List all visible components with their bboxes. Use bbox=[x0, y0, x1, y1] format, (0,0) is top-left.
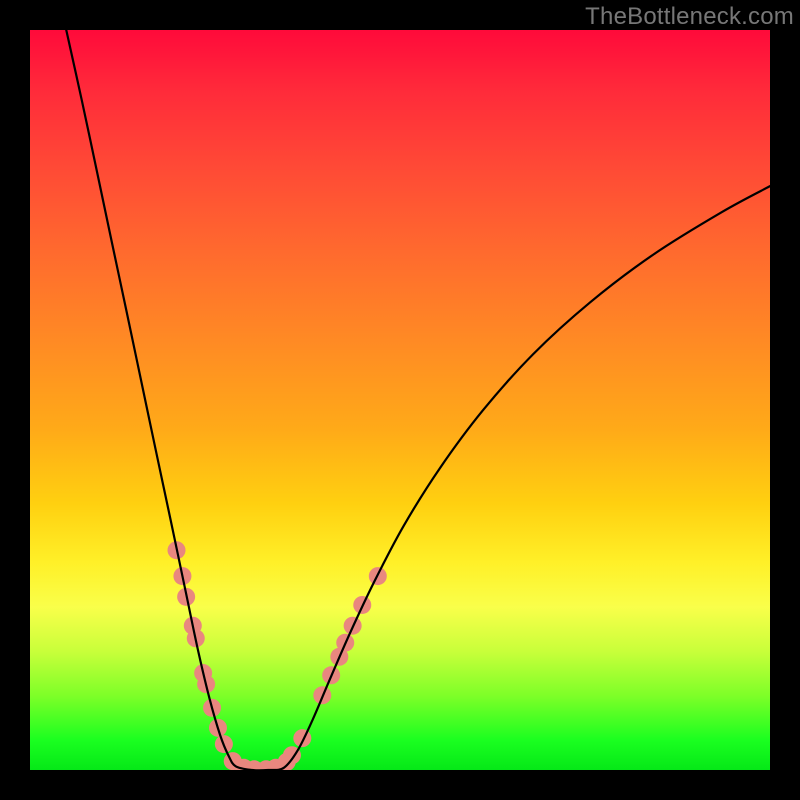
chart-svg bbox=[30, 30, 770, 770]
v-curve-line bbox=[66, 30, 770, 770]
chart-stage: TheBottleneck.com bbox=[0, 0, 800, 800]
scatter-points bbox=[168, 541, 387, 770]
watermark-text: TheBottleneck.com bbox=[585, 3, 794, 31]
plot-area bbox=[30, 30, 770, 770]
scatter-dot bbox=[293, 729, 311, 747]
